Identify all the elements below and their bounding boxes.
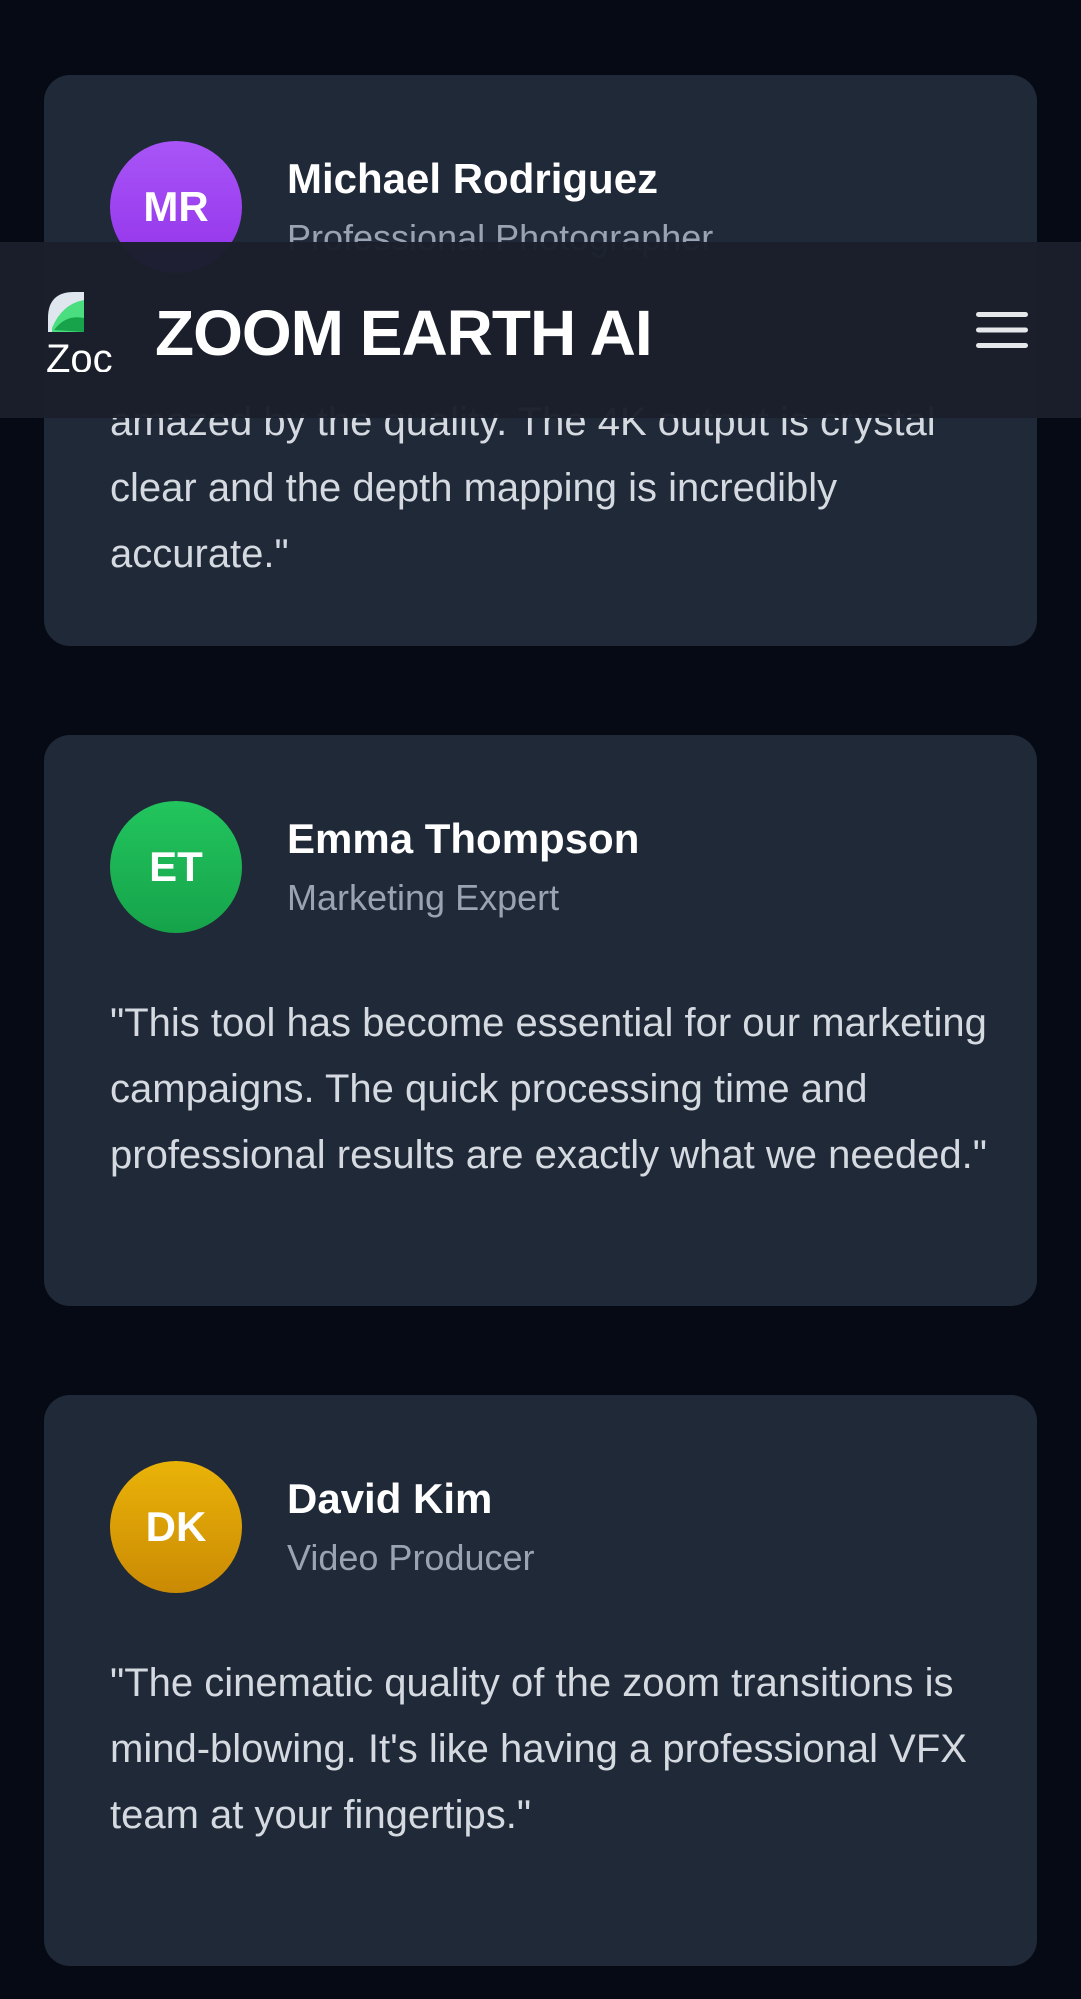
testimonial-role: Video Producer [287,1537,535,1578]
avatar: ET [110,801,242,933]
testimonial-name: David Kim [287,1475,493,1522]
avatar: DK [110,1461,242,1593]
broken-image-logo-icon: Zoc [46,292,113,372]
testimonial-card: DK David Kim Video Producer "The cinemat… [44,1395,1037,1966]
logo-alt-text: Zoc [46,337,113,372]
menu-button[interactable] [970,300,1034,360]
testimonial-quote: "This tool has become essential for our … [110,1001,987,1177]
testimonial-card: ET Emma Thompson Marketing Expert "This … [44,735,1037,1306]
testimonial-quote: amazed by the quality. The 4K output is … [110,400,936,576]
hamburger-menu-icon [976,312,1028,348]
testimonial-name: Emma Thompson [287,815,640,862]
testimonial-quote: "The cinematic quality of the zoom trans… [110,1661,967,1837]
testimonial-role: Marketing Expert [287,877,560,918]
brand-title[interactable]: ZOOM EARTH AI [155,296,653,370]
testimonial-name: Michael Rodriguez [287,155,659,202]
logo-link[interactable]: Zoc [44,288,128,372]
